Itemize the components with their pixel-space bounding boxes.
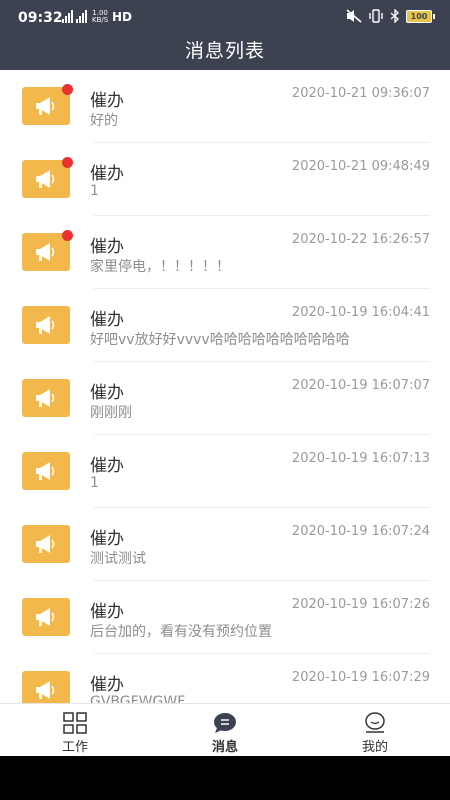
- message-preview: 家里停电，！！！！！: [90, 259, 230, 275]
- message-preview: 1: [90, 475, 99, 491]
- message-item[interactable]: 催办 2020-10-19 16:07:29 GVBGFWGWF: [0, 654, 450, 703]
- message-item[interactable]: 催办 2020-10-19 16:07:13 1: [0, 435, 450, 508]
- message-item[interactable]: 催办 2020-10-19 16:07:24 测试测试: [0, 508, 450, 581]
- app-screen: 09:32 1.00 KB/S HD 100 消息列表 催办 2020-10-2…: [0, 0, 450, 756]
- message-time: 2020-10-21 09:36:07: [291, 86, 430, 101]
- system-navigation-area: [0, 756, 450, 800]
- tab-mine[interactable]: 我的: [300, 704, 450, 756]
- message-preview: GVBGFWGWF: [90, 694, 186, 703]
- status-right: 100: [346, 9, 435, 23]
- message-time: 2020-10-19 16:07:26: [291, 597, 430, 612]
- message-item[interactable]: 催办 2020-10-21 09:36:07 好的: [0, 70, 450, 143]
- message-time: 2020-10-19 16:07:07: [291, 378, 430, 393]
- page-title: 消息列表: [184, 40, 265, 62]
- message-item[interactable]: 催办 2020-10-19 16:07:07 刚刚刚: [0, 362, 450, 435]
- megaphone-icon: [22, 671, 70, 703]
- message-preview: 测试测试: [90, 551, 146, 567]
- network-speed-unit: KB/S: [92, 16, 109, 24]
- message-item[interactable]: 催办 2020-10-22 16:26:57 家里停电，！！！！！: [0, 216, 450, 289]
- message-time: 2020-10-19 16:04:41: [291, 305, 430, 320]
- vibrate-icon: [369, 9, 383, 23]
- message-item[interactable]: 催办 2020-10-19 16:04:41 好吧vv放好好vvvv哈哈哈哈哈哈…: [0, 289, 450, 362]
- megaphone-icon: [22, 306, 70, 344]
- message-sender: 催办: [90, 237, 124, 257]
- mute-icon: [346, 9, 362, 23]
- unread-dot: [62, 84, 73, 95]
- message-sender: 催办: [90, 456, 124, 476]
- message-sender: 催办: [90, 164, 124, 184]
- unread-dot: [62, 157, 73, 168]
- battery-icon: 100: [406, 9, 435, 23]
- message-item[interactable]: 催办 2020-10-19 16:07:26 后台加的，看有没有预约位置: [0, 581, 450, 654]
- hd-indicator: HD: [112, 10, 133, 24]
- message-item[interactable]: 催办 2020-10-21 09:48:49 1: [0, 143, 450, 216]
- message-sender: 催办: [90, 675, 124, 695]
- message-sender: 催办: [90, 91, 124, 111]
- profile-face-icon: [365, 712, 385, 733]
- chat-bubble-icon: [214, 713, 236, 733]
- message-sender: 催办: [90, 602, 124, 622]
- message-time: 2020-10-21 09:48:49: [291, 159, 430, 174]
- header: 09:32 1.00 KB/S HD 100 消息列表: [0, 0, 450, 70]
- message-list[interactable]: 催办 2020-10-21 09:36:07 好的 催办 2020-10-21 …: [0, 70, 450, 703]
- message-sender: 催办: [90, 383, 124, 403]
- message-sender: 催办: [90, 310, 124, 330]
- megaphone-icon: [22, 525, 70, 563]
- grid-icon: [63, 712, 87, 734]
- tab-label: 我的: [361, 740, 388, 755]
- message-time: 2020-10-22 16:26:57: [291, 232, 430, 247]
- message-time: 2020-10-19 16:07:24: [291, 524, 430, 539]
- tab-label: 消息: [211, 740, 238, 755]
- message-preview: 刚刚刚: [90, 405, 132, 421]
- tab-work[interactable]: 工作: [0, 704, 150, 756]
- message-time: 2020-10-19 16:07:29: [291, 670, 430, 685]
- network-speed: 1.00 KB/S: [92, 10, 108, 24]
- bottom-tab-bar: 工作 消息 我的: [0, 703, 450, 756]
- megaphone-icon: [22, 379, 70, 417]
- message-preview: 后台加的，看有没有预约位置: [90, 624, 272, 640]
- message-time: 2020-10-19 16:07:13: [291, 451, 430, 466]
- message-preview: 好的: [90, 113, 118, 129]
- message-sender: 催办: [90, 529, 124, 549]
- signal-icon: [62, 9, 87, 23]
- status-time: 09:32: [18, 10, 63, 26]
- tab-label: 工作: [61, 740, 88, 755]
- message-preview: 1: [90, 183, 99, 199]
- bluetooth-icon: [390, 9, 399, 23]
- megaphone-icon: [22, 452, 70, 490]
- megaphone-icon: [22, 598, 70, 636]
- status-bar: 09:32 1.00 KB/S HD 100: [0, 0, 450, 34]
- unread-dot: [62, 230, 73, 241]
- message-preview: 好吧vv放好好vvvv哈哈哈哈哈哈哈哈哈哈: [90, 332, 350, 348]
- tab-messages[interactable]: 消息: [150, 704, 300, 756]
